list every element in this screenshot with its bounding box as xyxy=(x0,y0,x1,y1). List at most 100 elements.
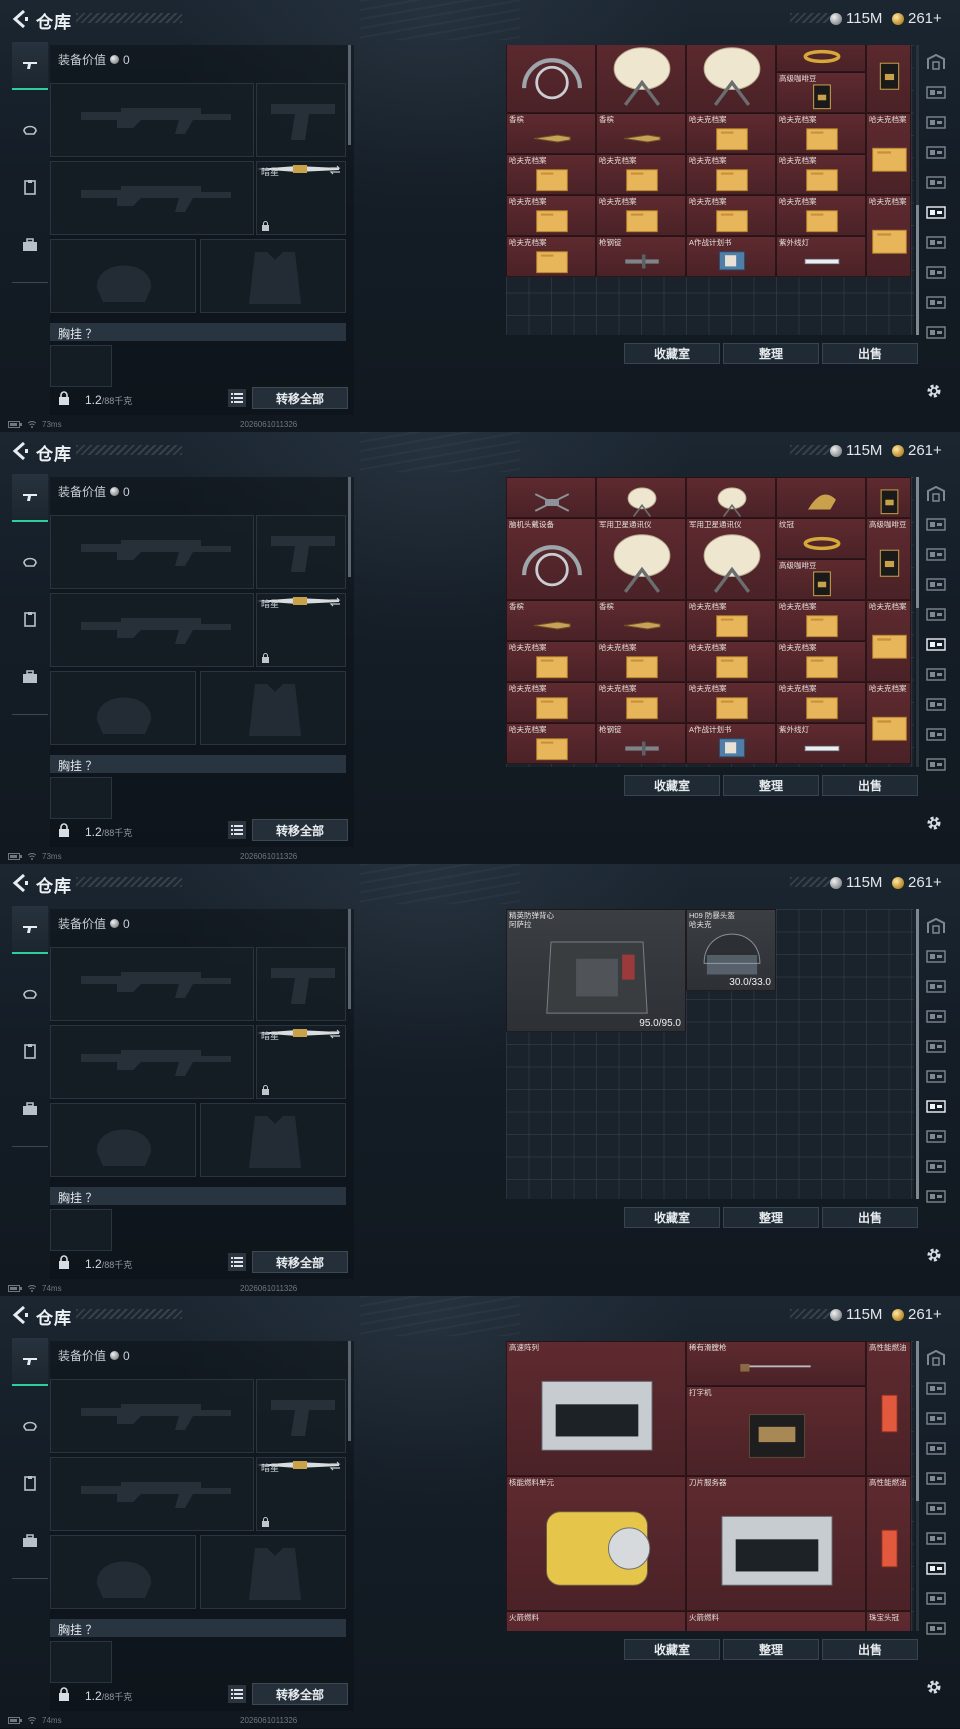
storage-item[interactable]: 打字机 xyxy=(686,1386,866,1476)
storage-item[interactable]: 火箭燃料 xyxy=(686,1611,866,1631)
swap-icon[interactable] xyxy=(329,1461,341,1471)
silver-currency[interactable]: 115M xyxy=(830,1306,882,1323)
storage-scrollbar[interactable] xyxy=(916,477,919,767)
list-view-button[interactable] xyxy=(228,389,246,407)
storage-item[interactable]: 紫外线灯 xyxy=(776,236,866,277)
pistol-slot[interactable] xyxy=(256,947,346,1021)
tab-loadout[interactable] xyxy=(12,1028,48,1074)
transfer-all-button[interactable]: 转移全部 xyxy=(252,1683,348,1705)
storage-page-tab[interactable] xyxy=(922,1064,950,1088)
storage-scrollbar[interactable] xyxy=(916,909,919,1199)
storage-item[interactable]: 哈夫克档案 xyxy=(776,682,866,723)
storage-scrollbar[interactable] xyxy=(916,1341,919,1631)
storage-page-tab[interactable] xyxy=(922,662,950,686)
storage-page-tab[interactable] xyxy=(922,200,950,224)
equipment-scrollbar[interactable] xyxy=(348,477,351,577)
storage-page-tab[interactable] xyxy=(922,1616,950,1640)
silver-currency[interactable]: 115M xyxy=(830,10,882,27)
armor-slot[interactable] xyxy=(200,239,346,313)
secondary-weapon-slot[interactable] xyxy=(50,1457,254,1531)
sort-button[interactable]: 整理 xyxy=(723,775,819,796)
storage-item[interactable]: 哈夫克档案 xyxy=(686,682,776,723)
tab-weapons[interactable] xyxy=(12,1338,48,1386)
pistol-slot[interactable] xyxy=(256,1379,346,1453)
storage-item[interactable]: 枪钢锭 xyxy=(596,236,686,277)
primary-weapon-slot[interactable] xyxy=(50,83,254,157)
gold-currency[interactable]: 261+ xyxy=(892,442,942,459)
storage-page-tab[interactable] xyxy=(922,1586,950,1610)
storage-item[interactable]: 哈夫克档案 xyxy=(596,641,686,682)
storage-item[interactable]: 纹冠 xyxy=(776,518,866,559)
storage-item[interactable]: 哈夫克档案 xyxy=(776,113,866,154)
storage-scroll-thumb[interactable] xyxy=(916,477,919,608)
tab-case[interactable] xyxy=(12,1086,48,1132)
sort-button[interactable]: 整理 xyxy=(723,343,819,364)
tab-case[interactable] xyxy=(12,222,48,268)
tab-armor[interactable] xyxy=(12,538,48,584)
tab-armor[interactable] xyxy=(12,970,48,1016)
primary-weapon-slot[interactable] xyxy=(50,1379,254,1453)
storage-page-tab[interactable] xyxy=(922,692,950,716)
pistol-slot[interactable] xyxy=(256,515,346,589)
storage-item[interactable] xyxy=(506,477,596,518)
storage-item[interactable]: 高级咖啡豆 xyxy=(776,559,866,600)
storage-page-tab[interactable] xyxy=(922,542,950,566)
transfer-all-button[interactable]: 转移全部 xyxy=(252,819,348,841)
melee-slot[interactable]: 暗星 xyxy=(256,593,346,667)
storage-item[interactable]: 火箭燃料 xyxy=(506,1611,686,1631)
secondary-weapon-slot[interactable] xyxy=(50,161,254,235)
list-view-button[interactable] xyxy=(228,1253,246,1271)
storage-page-tab[interactable] xyxy=(922,944,950,968)
storage-page-tab[interactable] xyxy=(922,290,950,314)
storage-page-tab[interactable] xyxy=(922,722,950,746)
chest-rig-header[interactable]: 胸挂 ？ xyxy=(50,323,346,341)
helmet-slot[interactable] xyxy=(50,1103,196,1177)
storage-item[interactable]: 脑机头戴设备 xyxy=(506,518,596,600)
tab-case[interactable] xyxy=(12,654,48,700)
storage-page-tab[interactable] xyxy=(922,1376,950,1400)
storage-item[interactable]: 核能燃料单元 xyxy=(506,1476,686,1611)
sell-button[interactable]: 出售 xyxy=(822,1639,918,1660)
storage-item[interactable]: 哈夫克档案 xyxy=(686,195,776,236)
storage-item[interactable]: 哈夫克档案 xyxy=(866,195,911,277)
transfer-all-button[interactable]: 转移全部 xyxy=(252,1251,348,1273)
storage-page-tab[interactable] xyxy=(922,482,950,506)
storage-page-tab[interactable] xyxy=(922,974,950,998)
storage-item[interactable]: 哈夫克档案 xyxy=(686,600,776,641)
armor-slot[interactable] xyxy=(200,671,346,745)
storage-item[interactable]: 哈夫克档案 xyxy=(506,236,596,277)
armor-slot[interactable] xyxy=(200,1103,346,1177)
storage-item[interactable]: 香槟 xyxy=(596,600,686,641)
helmet-slot[interactable] xyxy=(50,671,196,745)
armor-slot[interactable] xyxy=(200,1535,346,1609)
storage-item[interactable]: 香槟 xyxy=(596,113,686,154)
gold-currency[interactable]: 261+ xyxy=(892,1306,942,1323)
storage-item[interactable]: 哈夫克档案 xyxy=(596,195,686,236)
storage-item[interactable]: 稀有滑膛枪 xyxy=(686,1341,866,1386)
pistol-slot[interactable] xyxy=(256,83,346,157)
melee-slot[interactable]: 暗星 xyxy=(256,1457,346,1531)
storage-item[interactable]: 军用卫星通讯仪 xyxy=(686,518,776,600)
storage-scroll-thumb[interactable] xyxy=(916,1341,919,1501)
storage-page-tab[interactable] xyxy=(922,1004,950,1028)
storage-page-tab[interactable] xyxy=(922,110,950,134)
collection-room-button[interactable]: 收藏室 xyxy=(624,1207,720,1228)
storage-item[interactable]: 哈夫克档案 xyxy=(866,682,911,764)
storage-scroll-thumb[interactable] xyxy=(916,204,919,335)
storage-page-tab[interactable] xyxy=(922,572,950,596)
storage-grid[interactable]: 脑机头戴设备军用卫星通讯仪军用卫星通讯仪纹冠高级咖啡豆高级咖啡豆香槟香槟哈夫克档… xyxy=(506,477,914,767)
chest-rig-header[interactable]: 胸挂 ？ xyxy=(50,755,346,773)
tab-weapons[interactable] xyxy=(12,906,48,954)
storage-item[interactable]: 高级咖啡豆 xyxy=(866,518,911,600)
storage-page-tab[interactable] xyxy=(922,1346,950,1370)
storage-scroll-thumb[interactable] xyxy=(916,909,919,1199)
back-button[interactable] xyxy=(10,1304,30,1326)
storage-page-tab[interactable] xyxy=(922,1034,950,1058)
storage-page-tab[interactable] xyxy=(922,170,950,194)
chest-rig-slot[interactable] xyxy=(50,777,112,819)
storage-item[interactable]: 哈夫克档案 xyxy=(506,723,596,764)
storage-page-tab[interactable] xyxy=(922,1526,950,1550)
storage-item[interactable]: H09 防暴头盔 哈夫克 30.0/33.0 xyxy=(686,909,776,991)
storage-page-tab[interactable] xyxy=(922,1124,950,1148)
storage-scrollbar[interactable] xyxy=(916,45,919,335)
